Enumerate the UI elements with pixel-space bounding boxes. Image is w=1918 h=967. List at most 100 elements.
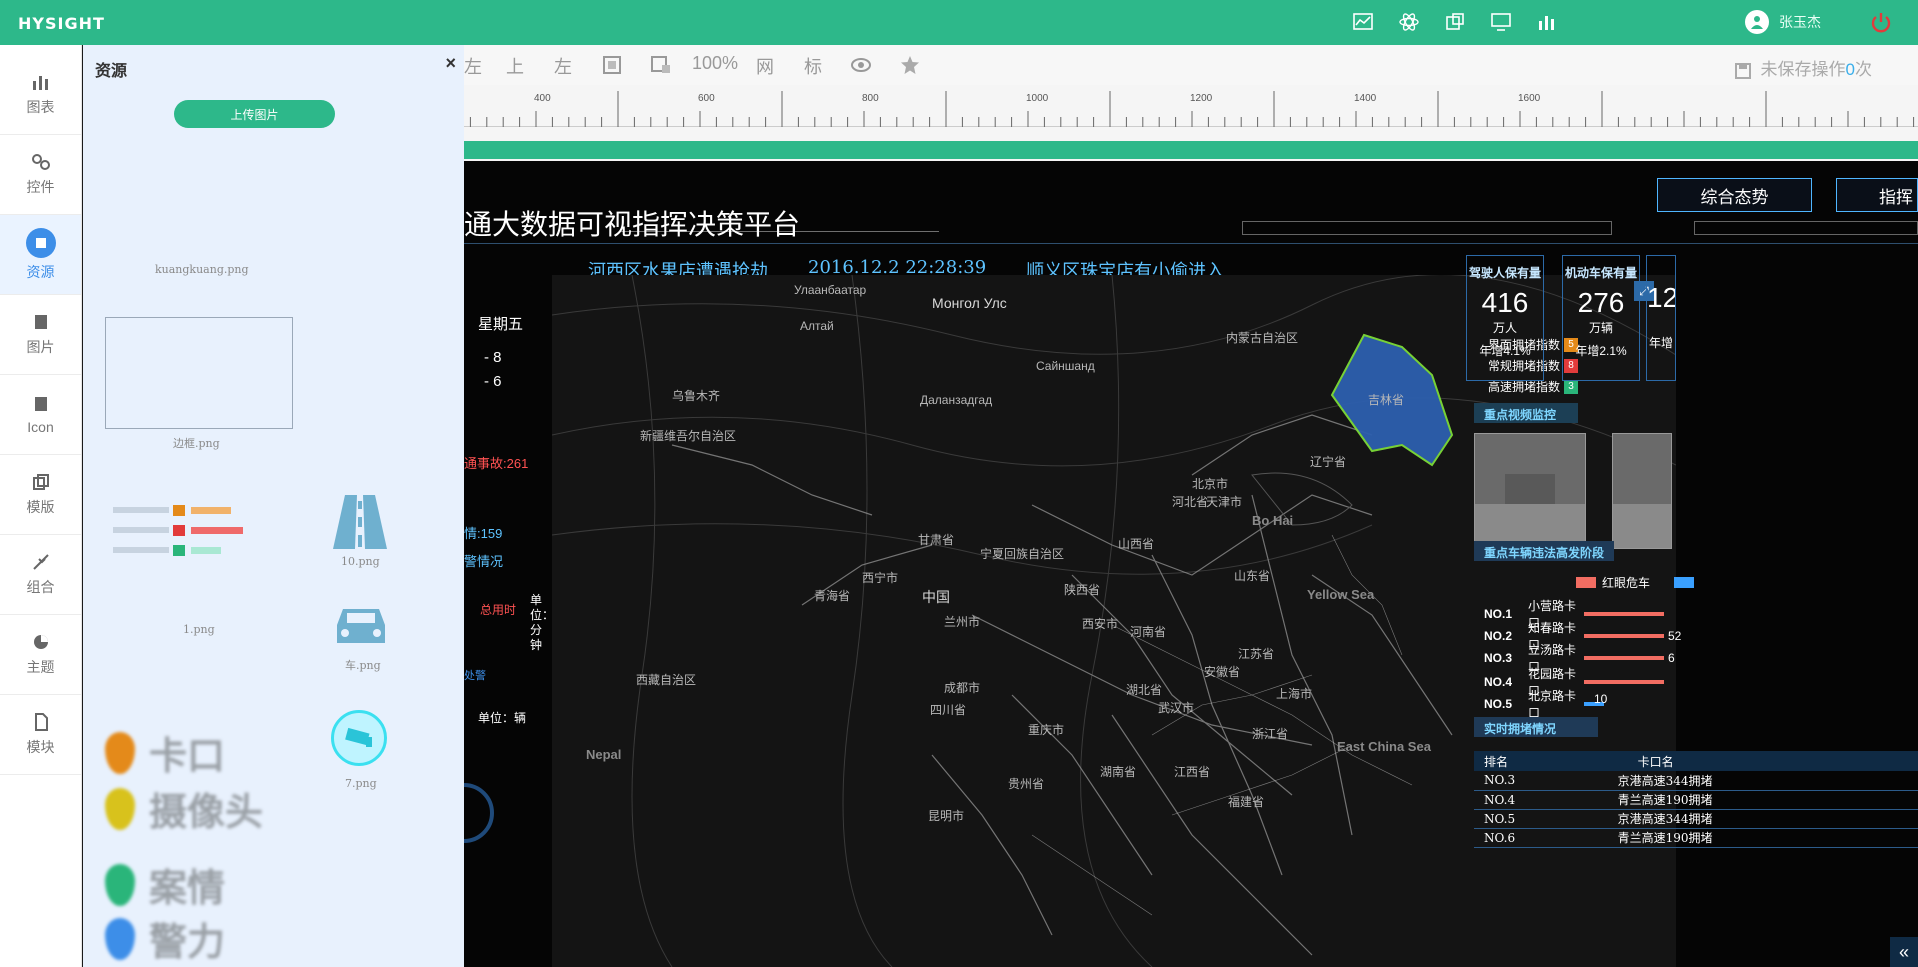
map-pin-icon — [105, 917, 135, 960]
road-icon[interactable] — [331, 493, 389, 551]
ruler-toggle[interactable]: 标 — [804, 53, 822, 79]
map-label: 中国 — [922, 589, 950, 605]
ruler-label: 1000 — [1026, 93, 1049, 104]
nav-item-image[interactable]: 图片 — [0, 295, 81, 375]
editor-toolbar: 左 上 左 100% 网 标 未保存操作0次 — [464, 45, 1918, 85]
camera-circle-icon[interactable] — [331, 710, 387, 766]
power-icon[interactable] — [1868, 10, 1894, 36]
map-label: 内蒙古自治区 — [1226, 331, 1299, 345]
nav-label: 组合 — [26, 578, 55, 595]
legend-item-camera[interactable]: 摄像头 — [105, 781, 263, 836]
police-status: 警情况 — [464, 554, 504, 569]
map-label: 陕西省 — [1064, 583, 1101, 597]
zoom-level[interactable]: 100% — [692, 53, 738, 74]
resource-panel: 资源 × 上传图片 kuangkuang.png 边框.png 1.png 10… — [83, 45, 464, 967]
resource-filename[interactable]: 10.png — [341, 555, 380, 568]
section-title-congestion: 实时拥堵情况 — [1474, 717, 1598, 737]
nav-item-group[interactable]: 组合 — [0, 535, 81, 615]
upload-image-button[interactable]: 上传图片 — [174, 100, 335, 128]
nav-item-icon[interactable]: Icon — [0, 375, 81, 455]
map-pin-icon — [105, 863, 135, 906]
nav-label: 控件 — [26, 178, 55, 195]
section-title-violations: 重点车辆违法高发阶段 — [1474, 541, 1614, 561]
ruler-label: 1200 — [1190, 93, 1213, 104]
resource-filename[interactable]: 车.png — [345, 657, 381, 673]
map-label: 安徽省 — [1204, 665, 1241, 679]
copy-icon — [32, 473, 49, 490]
map-label: 天津市 — [1206, 495, 1243, 509]
alarm-label: 处警 — [464, 670, 486, 682]
map-label: Улаанбаатар — [794, 283, 867, 297]
table-row[interactable]: NO.4 青兰高速190拥堵 — [1474, 790, 1918, 810]
user-menu[interactable]: 张玉杰 — [1745, 10, 1821, 34]
map-label: 青海省 — [814, 589, 851, 603]
map-label: 湖北省 — [1126, 683, 1163, 697]
legend-item-case[interactable]: 案情 — [105, 857, 225, 912]
nav-label: 模版 — [26, 498, 55, 515]
case-count: 情:159 — [464, 526, 503, 541]
left-nav: 图表 控件 资源 图片 Icon 模版 组合 主题 模块 — [0, 45, 82, 967]
tab-overview[interactable]: 综合态势 — [1657, 178, 1812, 212]
resource-filename[interactable]: 7.png — [345, 777, 377, 790]
resource-filename[interactable]: kuangkuang.png — [155, 263, 249, 276]
horizontal-ruler: 400 600 800 1000 1200 1400 1600 — [464, 85, 1918, 127]
dashboard-canvas: 通大数据可视指挥决策平台 河西区水果店遭遇抢劫 2016.12.2 22:28:… — [464, 161, 1918, 967]
fit-icon[interactable] — [602, 55, 622, 75]
close-icon[interactable]: × — [445, 53, 456, 74]
bar-chart-icon — [32, 75, 48, 90]
nav-label: 图片 — [26, 338, 55, 355]
table-row[interactable]: NO.6 青兰高速190拥堵 — [1474, 828, 1918, 848]
legend-thumbnail[interactable] — [113, 505, 243, 561]
nav-item-theme[interactable]: 主题 — [0, 615, 81, 695]
align-left-button[interactable]: 左 — [464, 53, 482, 79]
align-left-button[interactable]: 左 — [554, 53, 572, 79]
user-name: 张玉杰 — [1779, 14, 1821, 30]
save-icon[interactable] — [1734, 62, 1751, 79]
nav-label: 资源 — [26, 263, 55, 280]
collapse-panel-button[interactable]: « — [1890, 937, 1918, 967]
table-row[interactable]: NO.5 京港高速344拥堵 — [1474, 809, 1918, 829]
puzzle-icon[interactable] — [1444, 11, 1466, 33]
bar-chart-icon[interactable] — [1536, 11, 1558, 33]
avatar-icon — [1745, 10, 1769, 34]
star-icon[interactable] — [900, 55, 920, 75]
align-top-button[interactable]: 上 — [506, 53, 524, 79]
resize-icon[interactable] — [650, 55, 672, 75]
nav-item-widget[interactable]: 控件 — [0, 135, 81, 215]
atom-icon[interactable] — [1398, 11, 1420, 33]
grid-toggle[interactable]: 网 — [756, 53, 774, 79]
car-icon[interactable] — [333, 605, 389, 649]
eye-icon[interactable] — [850, 57, 872, 73]
map-label: 乌鲁木齐 — [672, 389, 721, 403]
legend-item-checkpoint[interactable]: 卡口 — [105, 725, 225, 780]
nav-item-template[interactable]: 模版 — [0, 455, 81, 535]
nav-item-chart[interactable]: 图表 — [0, 55, 81, 135]
resource-filename[interactable]: 1.png — [183, 623, 215, 636]
nav-item-resource[interactable]: 资源 — [0, 215, 81, 295]
line-chart-icon[interactable] — [1352, 11, 1374, 33]
driver-stat-card: 驾驶人保有量 416 万人 年增4.1% — [1466, 255, 1544, 381]
monitor-icon[interactable] — [1490, 11, 1512, 33]
resource-filename[interactable]: 边框.png — [173, 435, 220, 451]
book-icon — [34, 396, 47, 411]
video-feed[interactable] — [1474, 433, 1586, 549]
book-icon — [25, 227, 56, 258]
border-image-thumbnail[interactable] — [105, 317, 293, 429]
map-label: 西宁市 — [862, 571, 899, 585]
vehicle-stat-card: 机动车保有量 276 万辆 年增2.1% — [1562, 255, 1640, 381]
table-row[interactable]: NO.3 京港高速344拥堵 — [1474, 771, 1918, 791]
legend-item-police[interactable]: 警力 — [105, 911, 225, 966]
panel-title: 资源 — [95, 63, 128, 80]
tab-command[interactable]: 指挥 — [1836, 178, 1918, 212]
map-label: 江苏省 — [1238, 647, 1275, 661]
ruler-label: 1600 — [1518, 93, 1541, 104]
top-icon-group — [1352, 11, 1558, 33]
app-logo: HYSIGHT — [18, 14, 105, 33]
map-label: 兰州市 — [944, 615, 981, 629]
map-label: 重庆市 — [1028, 723, 1065, 737]
map-label: Даланзадгад — [920, 393, 993, 407]
video-feed[interactable] — [1612, 433, 1672, 549]
map-label: 上海市 — [1276, 687, 1313, 701]
nav-item-module[interactable]: 模块 — [0, 695, 81, 775]
dashboard-title: 通大数据可视指挥决策平台 — [464, 209, 801, 240]
